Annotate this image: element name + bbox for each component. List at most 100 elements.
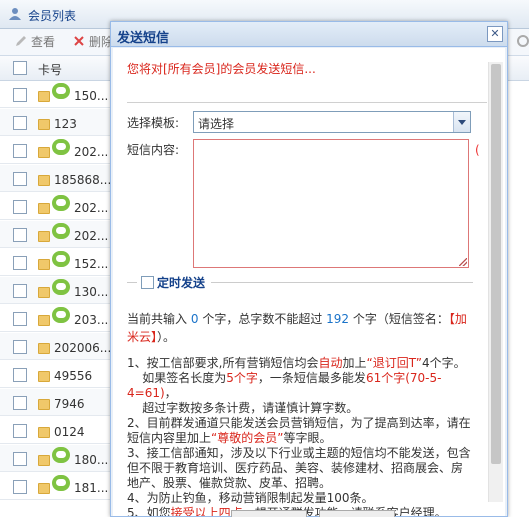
table-row[interactable]: 180... [0,445,110,472]
card-number: 185868... [54,173,112,187]
lock-icon [38,91,50,102]
dialog-buttons [231,510,421,517]
table-row[interactable]: 185868... [0,165,112,192]
wechat-icon [52,83,70,99]
view-button[interactable]: 查看 [14,33,55,51]
rule-text: 如果签名长度为 [127,371,227,385]
card-number: 150... [74,89,109,103]
card-number: 130... [74,285,109,299]
wechat-icon [52,279,70,295]
count-suffix: 个字（短信签名： [352,312,449,326]
rule-text: 4、为防止钓鱼，移动营销限制起发量100条。 [127,491,374,505]
card-number: 202... [74,229,109,243]
resize-handle-icon[interactable] [459,258,467,266]
content-label: 短信内容: [127,143,180,157]
dialog-titlebar[interactable]: 发送短信 ✕ [111,22,507,47]
scrollbar-thumb[interactable] [491,64,501,464]
table-row[interactable]: 202... [0,193,110,220]
sms-rules: 1、按工信部要求,所有营销短信均会自动加上“退订回T”4个字。 如果签名长度为5… [127,356,472,516]
table-row[interactable]: 130... [0,277,110,304]
lock-icon [38,315,50,326]
table-row[interactable]: 150... [0,81,110,108]
table-row[interactable]: 203... [0,305,110,332]
table-row[interactable]: 202... [0,137,110,164]
card-number: 203... [74,313,109,327]
rule-text: ，一条短信最多能发 [257,371,366,385]
panel-title: 会员列表 [28,9,77,23]
delete-button[interactable]: 删除 [72,33,113,51]
rule-text: 等字眼。 [283,431,332,445]
row-checkbox[interactable] [13,424,27,438]
close-icon[interactable]: ✕ [487,26,503,42]
template-label: 选择模板: [127,116,180,130]
lock-icon [38,287,50,298]
lock-icon [38,175,50,186]
wechat-icon [52,307,70,323]
row-checkbox[interactable] [13,396,27,410]
table-row[interactable]: 152... [0,249,110,276]
row-checkbox[interactable] [13,284,27,298]
row-checkbox[interactable] [13,144,27,158]
chevron-down-icon[interactable] [453,112,470,132]
timed-send-checkbox[interactable] [141,276,154,289]
rule-item: 1、按工信部要求,所有营销短信均会自动加上“退订回T”4个字。 [127,356,472,371]
rule-item: 4、为防止钓鱼，移动营销限制起发量100条。 [127,491,472,506]
current-count: 0 [190,312,199,326]
dialog-body: 您将对[所有会员]的会员发送短信... 选择模板: 请选择 短信内容: ( 定时… [113,48,505,516]
row-checkbox[interactable] [13,256,27,270]
column-header-card[interactable]: 卡号 [38,61,62,78]
select-all-checkbox[interactable] [13,61,27,75]
table-row[interactable]: 123 [0,109,110,136]
timed-send-label: 定时发送 [157,276,206,290]
table-row[interactable]: 49556 [0,361,110,388]
sms-content-textarea[interactable] [193,139,469,268]
rule-item: 超过字数按多条计费，请谨慎计算字数。 [127,401,472,416]
rule-item: 3、接工信部通知，涉及以下行业或主题的短信均不能发送，包含但不限于教育培训、医疗… [127,446,472,491]
template-select-value: 请选择 [198,117,235,131]
wechat-icon [52,139,70,155]
row-checkbox[interactable] [13,228,27,242]
rule-text: 自动 [318,356,343,370]
table-row[interactable]: 202006... [0,333,112,360]
rule-text: 1、按工信部要求,所有营销短信均会 [127,356,319,370]
lock-icon [38,259,50,270]
row-checkbox[interactable] [13,116,27,130]
card-number: 202... [74,145,109,159]
card-number: 123 [54,117,77,131]
row-checkbox[interactable] [13,452,27,466]
row-checkbox[interactable] [13,480,27,494]
char-count-info: 当前共输入 0 个字，总字数不能超过 192 个字（短信签名：【加米云】）。 [127,310,472,346]
table-row[interactable]: 0124 [0,417,110,444]
table-row[interactable]: 7946 [0,389,110,416]
edit-icon [16,36,26,46]
lock-icon [38,371,50,382]
card-number: 180... [74,453,109,467]
row-checkbox[interactable] [13,88,27,102]
card-number: 202... [74,201,109,215]
dialog-scrollbar[interactable] [488,62,503,502]
table-row[interactable]: 181... [0,473,110,500]
rule-item: 2、目前群发通道只能发送会员营销短信，为了提高到达率，请在短信内容里加上“尊敬的… [127,416,472,446]
settings-icon[interactable] [513,33,529,49]
wechat-icon [52,195,70,211]
template-select[interactable]: 请选择 [193,111,471,133]
row-checkbox[interactable] [13,200,27,214]
wechat-icon [52,475,70,491]
lock-icon [38,399,50,410]
cancel-button[interactable] [319,510,395,517]
card-number: 202006... [54,341,112,355]
row-checkbox[interactable] [13,368,27,382]
lock-icon [38,343,50,354]
count-end: ）。 [157,330,176,344]
table-row[interactable]: 202... [0,221,110,248]
card-number: 7946 [54,397,85,411]
send-button[interactable] [231,510,307,517]
row-checkbox[interactable] [13,312,27,326]
lock-icon [38,427,50,438]
row-checkbox[interactable] [13,340,27,354]
timed-send-toggle[interactable]: 定时发送 [141,274,205,291]
card-number: 49556 [54,369,93,383]
count-prefix: 当前共输入 [127,312,188,326]
lock-icon [38,455,50,466]
row-checkbox[interactable] [13,172,27,186]
